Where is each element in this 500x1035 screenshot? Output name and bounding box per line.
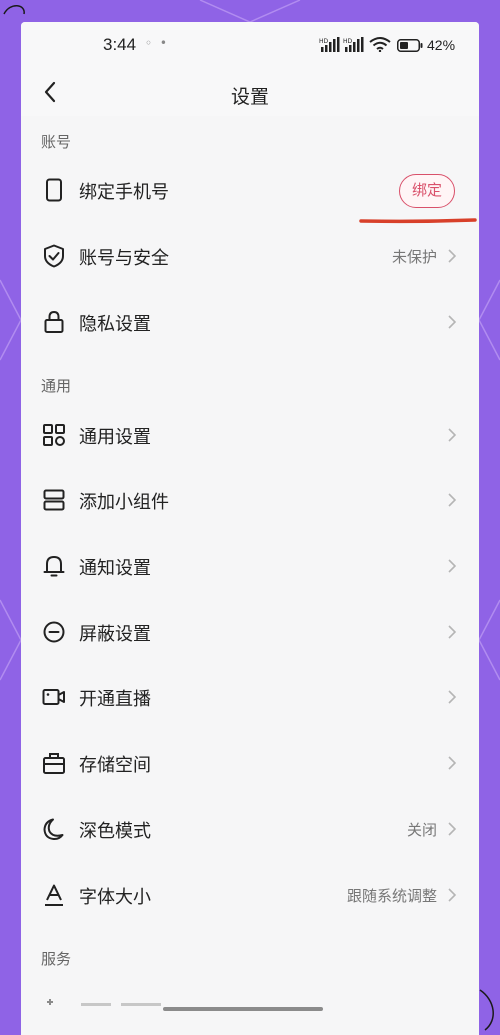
storage-icon [43, 753, 65, 774]
signal-icon: HD [319, 37, 340, 52]
chevron-right-icon [448, 249, 457, 263]
block-icon [43, 621, 65, 643]
status-notification-dots: ◦ • [145, 36, 169, 50]
dark-mode-row[interactable]: 深色模式 关闭 [21, 798, 479, 860]
add-widget-row[interactable]: 添加小组件 [21, 469, 479, 531]
battery-icon [397, 39, 423, 52]
block-settings-row[interactable]: 屏蔽设置 [21, 601, 479, 663]
account-security-row[interactable]: 账号与安全 未保护 [21, 225, 479, 287]
dark-mode-label: 深色模式 [79, 821, 151, 842]
font-size-row[interactable]: 字体大小 跟随系统调整 [21, 864, 479, 926]
notification-settings-row[interactable]: 通知设置 [21, 535, 479, 597]
general-settings-label: 通用设置 [79, 427, 151, 448]
font-size-icon [45, 884, 63, 906]
bell-icon [43, 556, 65, 577]
chevron-right-icon [448, 690, 457, 704]
chevron-right-icon [448, 559, 457, 573]
chevron-right-icon [448, 888, 457, 902]
font-size-value: 跟随系统调整 [346, 887, 437, 905]
svg-text:HD: HD [343, 38, 353, 45]
home-indicator [163, 1007, 323, 1011]
storage-label: 存储空间 [79, 755, 151, 776]
widget-icon [43, 489, 65, 511]
general-settings-row[interactable]: 通用设置 [21, 404, 479, 466]
shield-check-icon [44, 244, 64, 268]
live-stream-row[interactable]: 开通直播 [21, 666, 479, 728]
dark-mode-value: 关闭 [406, 821, 437, 839]
chevron-right-icon [448, 625, 457, 639]
section-label-account: 账号 [41, 133, 72, 151]
nav-bar: 设置 [21, 68, 479, 116]
font-size-label: 字体大小 [79, 887, 151, 908]
live-camera-icon [42, 689, 65, 705]
lock-icon [44, 310, 64, 333]
block-settings-label: 屏蔽设置 [79, 624, 151, 645]
bind-button[interactable]: 绑定 [399, 174, 455, 208]
chevron-right-icon [448, 428, 457, 442]
bind-phone-label: 绑定手机号 [79, 182, 169, 203]
add-widget-label: 添加小组件 [79, 492, 169, 513]
signal-icon-2: HD [343, 37, 364, 52]
chevron-right-icon [448, 756, 457, 770]
grid-icon [43, 424, 65, 446]
account-security-status: 未保护 [391, 248, 437, 266]
battery-percent: 42% [427, 37, 456, 53]
section-label-general: 通用 [41, 377, 72, 395]
chevron-right-icon [448, 315, 457, 329]
red-underline-annotation [359, 218, 477, 224]
moon-icon [43, 818, 64, 841]
phone-icon [46, 178, 62, 202]
privacy-settings-row[interactable]: 隐私设置 [21, 291, 479, 353]
status-bar: 3:44 ◦ • HD HD 42% [21, 22, 479, 68]
chevron-right-icon [448, 822, 457, 836]
notification-settings-label: 通知设置 [79, 558, 151, 579]
chevron-right-icon [448, 493, 457, 507]
page-title: 设置 [230, 86, 269, 108]
account-security-label: 账号与安全 [79, 248, 169, 269]
privacy-settings-label: 隐私设置 [79, 314, 151, 335]
live-stream-label: 开通直播 [79, 689, 151, 710]
section-label-services: 服务 [41, 950, 72, 968]
svg-text:HD: HD [319, 38, 329, 45]
status-time: 3:44 [103, 35, 137, 54]
phone-screen: 3:44 ◦ • HD HD 42% 设置 账号 绑定手机号 绑定 账号与安全 … [21, 22, 479, 1035]
wifi-icon [369, 37, 391, 52]
storage-row[interactable]: 存储空间 [21, 732, 479, 794]
